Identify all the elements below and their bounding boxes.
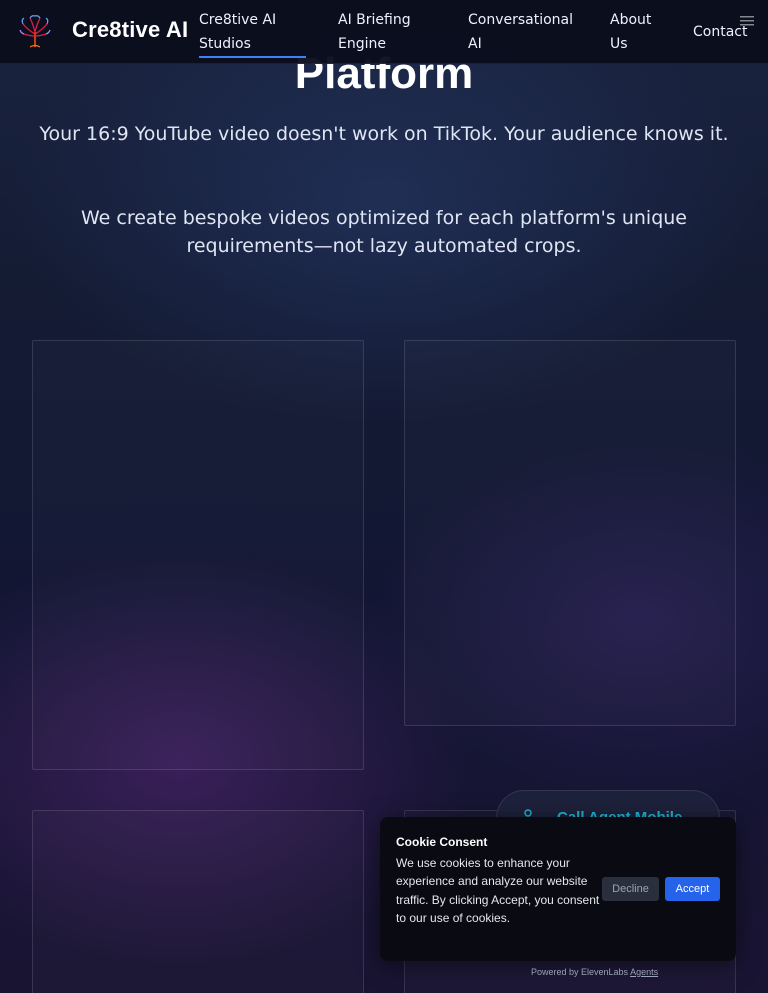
decline-button[interactable]: Decline xyxy=(602,877,659,901)
site-header: Cre8tive AI Cre8tive AI Studios AI Brief… xyxy=(0,0,768,64)
platform-card-1 xyxy=(32,340,364,770)
hero-paragraph-1: Your 16:9 YouTube video doesn't work on … xyxy=(39,123,729,145)
nav-item-briefing-engine[interactable]: AI Briefing Engine xyxy=(338,8,438,56)
powered-by-label: Powered by ElevenLabs xyxy=(531,967,629,977)
powered-by-text: Powered by ElevenLabs Agents xyxy=(531,967,658,977)
cookie-body: We use cookies to enhance your experienc… xyxy=(396,856,600,925)
platform-card-2 xyxy=(404,340,736,726)
agents-link[interactable]: Agents xyxy=(630,967,658,977)
nav-item-about-us[interactable]: About Us xyxy=(610,8,670,56)
cookie-consent-banner: Cookie Consent We use cookies to enhance… xyxy=(380,817,736,961)
nav-item-conversational-ai[interactable]: Conversational AI xyxy=(468,8,584,56)
brand-name[interactable]: Cre8tive AI xyxy=(72,17,188,43)
cookie-title: Cookie Consent xyxy=(396,835,488,849)
tree-logo-icon[interactable] xyxy=(18,14,52,48)
accept-button[interactable]: Accept xyxy=(665,877,720,901)
nav-item-studios[interactable]: Cre8tive AI Studios xyxy=(199,8,306,58)
platform-card-3 xyxy=(32,810,364,993)
hero-paragraph-2: We create bespoke videos optimized for e… xyxy=(80,207,687,257)
hamburger-menu-icon[interactable] xyxy=(740,16,754,26)
